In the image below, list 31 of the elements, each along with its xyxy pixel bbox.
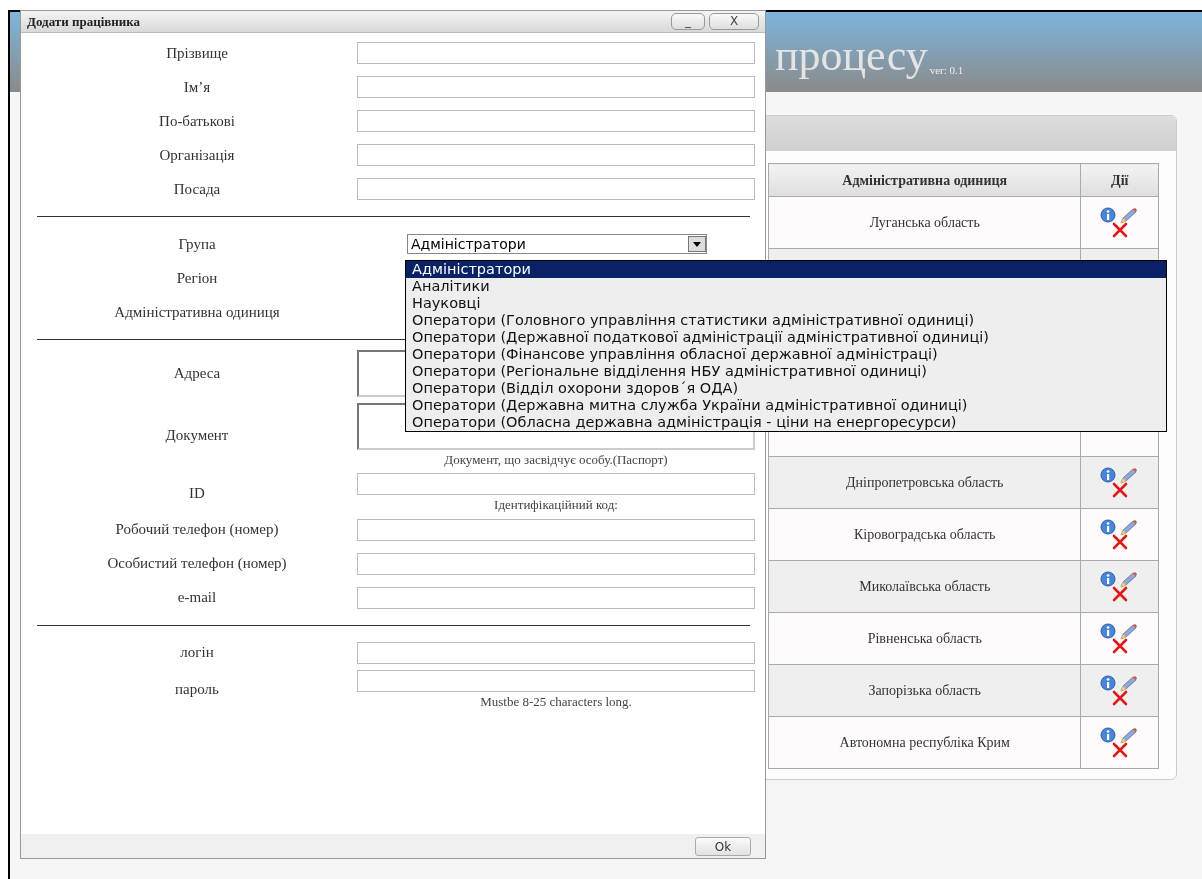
table-cell: Рівненська область bbox=[867, 631, 982, 646]
field-label: Адміністративна одиниця bbox=[114, 303, 280, 320]
field-label: Регіон bbox=[176, 269, 218, 286]
field-label: Адреса bbox=[173, 365, 221, 382]
table-cell: Миколаївська область bbox=[859, 579, 991, 594]
field-label: Організація bbox=[159, 146, 235, 163]
table-cell: Кіровоградська область bbox=[854, 527, 996, 542]
field-label: Прізвище bbox=[166, 44, 228, 61]
field-label: пароль bbox=[175, 681, 219, 697]
field-label: e-mail bbox=[177, 589, 217, 606]
app-title: процесу bbox=[775, 34, 928, 78]
field-hint: Документ, що засвідчує особу.(Паспорт) bbox=[443, 453, 669, 468]
field-label: Група bbox=[178, 235, 216, 252]
column-header: Адміністративна одиниця bbox=[768, 163, 1081, 197]
field-label: Робочий телефон (номер) bbox=[115, 521, 279, 538]
field-label: Ім’я bbox=[183, 78, 211, 95]
version-label: ver: 0.1 bbox=[929, 62, 964, 78]
field-label: По-батькові bbox=[159, 112, 235, 129]
field-hint: Mustbe 8-25 characters long. bbox=[479, 694, 633, 709]
field-label: Посада bbox=[173, 180, 221, 197]
field-label: ID bbox=[189, 484, 205, 501]
dialog-title: Додати працівника bbox=[27, 12, 141, 31]
field-label: Документ bbox=[165, 426, 229, 443]
table-cell: Автономна республіка Крим bbox=[839, 735, 1010, 750]
field-label: Особистий телефон (номер) bbox=[107, 555, 287, 572]
field-label: логін bbox=[180, 644, 214, 661]
table-cell: Луганська область bbox=[869, 215, 980, 230]
field-hint: Ідентифікаційний код: bbox=[493, 498, 619, 513]
table-cell: Запорізька область bbox=[868, 683, 981, 698]
table-cell: Дніпропетровська область bbox=[845, 475, 1004, 490]
column-header: Дії bbox=[1080, 163, 1159, 197]
